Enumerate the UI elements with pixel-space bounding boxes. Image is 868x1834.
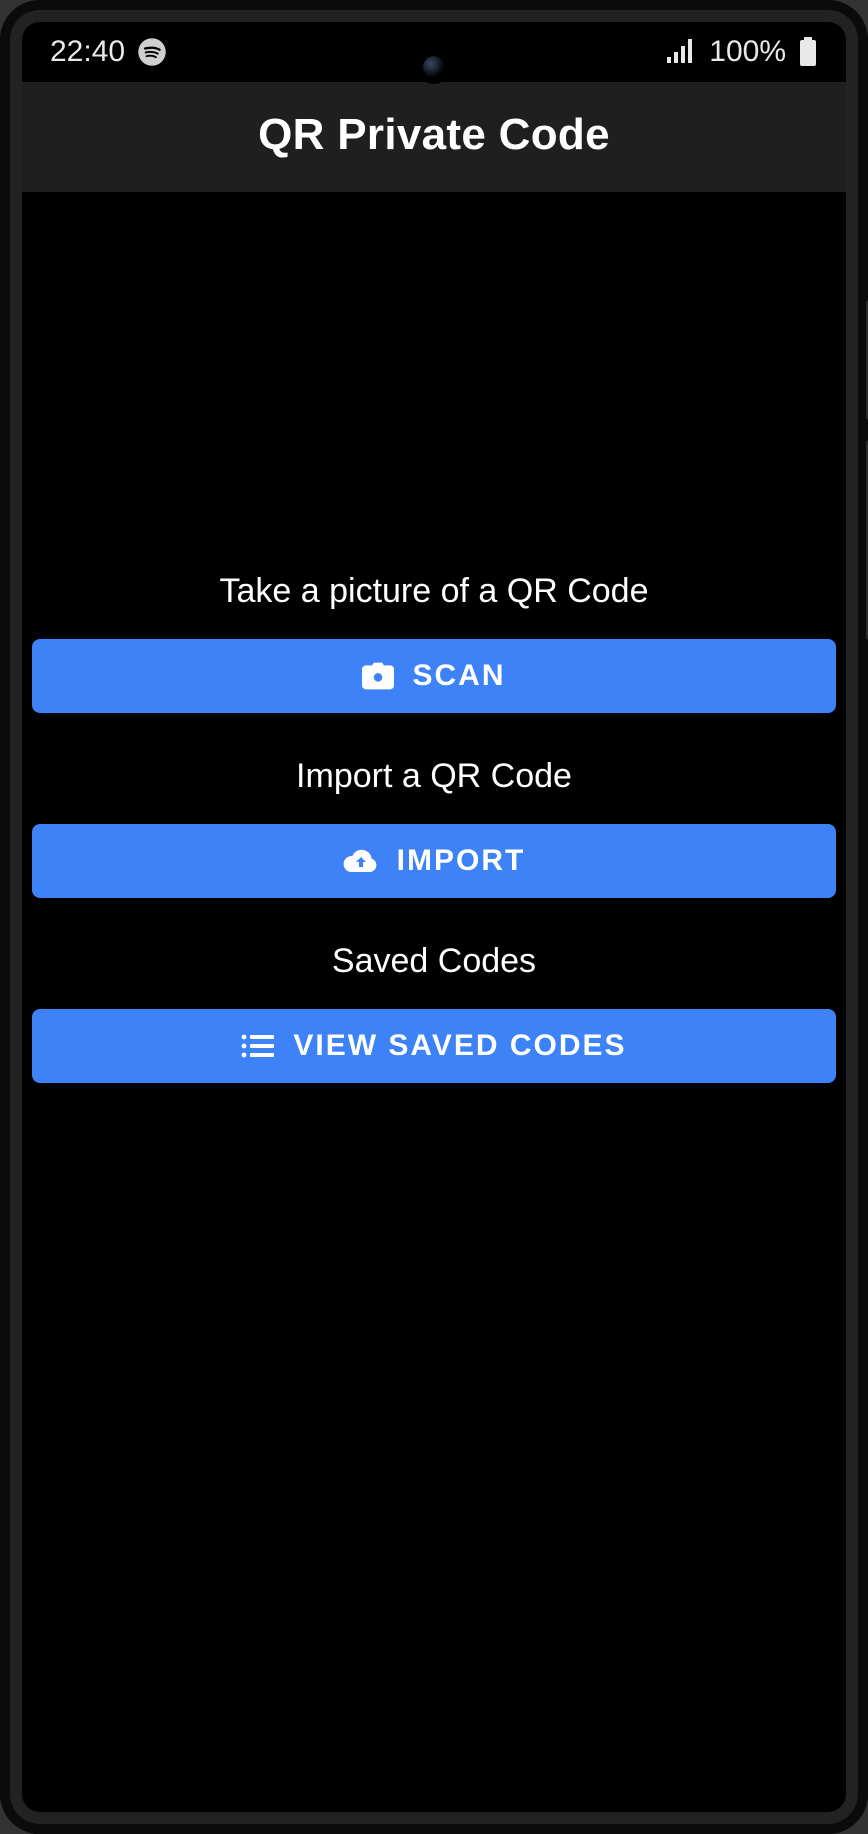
device-frame: 22:40 [0, 0, 868, 1834]
camera-icon [362, 662, 394, 690]
view-saved-button-label: VIEW SAVED CODES [293, 1029, 626, 1063]
import-button[interactable]: IMPORT [32, 824, 836, 898]
battery-icon [798, 37, 818, 67]
scan-button-label: SCAN [412, 659, 505, 693]
view-saved-button[interactable]: VIEW SAVED CODES [32, 1009, 836, 1083]
spotify-icon [137, 37, 167, 67]
status-battery-pct: 100% [709, 35, 786, 69]
list-icon [241, 1033, 275, 1059]
page-title: QR Private Code [34, 110, 834, 160]
import-button-label: IMPORT [397, 844, 526, 878]
status-time: 22:40 [50, 35, 125, 69]
main-content: Take a picture of a QR Code SCAN Import … [22, 192, 846, 1812]
scan-button[interactable]: SCAN [32, 639, 836, 713]
scan-label: Take a picture of a QR Code [32, 572, 836, 611]
signal-icon [667, 39, 697, 65]
front-camera [423, 56, 445, 78]
cloud-upload-icon [343, 848, 379, 874]
import-label: Import a QR Code [32, 757, 836, 796]
screen: 22:40 [22, 22, 846, 1812]
saved-label: Saved Codes [32, 942, 836, 981]
app-bar: QR Private Code [22, 82, 846, 192]
